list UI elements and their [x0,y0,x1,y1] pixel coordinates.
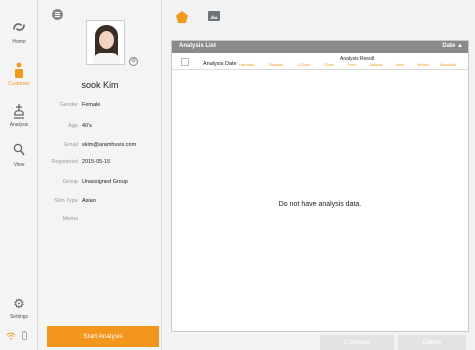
gear-icon: ⚙ [13,296,25,311]
delete-button[interactable]: Delete [398,335,466,350]
field-memo: Memo [38,214,162,224]
metric-header: Hydration [239,63,255,67]
metric-header: Pore [348,63,356,67]
nav-rail: Home Customer Analysis View ⚙ Settings [0,0,38,350]
column-analysis-date[interactable]: Analysis Date [203,61,237,67]
nav-home[interactable]: Home [0,20,38,45]
analysis-list-header: Analysis List Date ▲ [172,41,468,53]
nav-analysis[interactable]: Analysis [0,103,38,128]
analysis-list: Analysis List Date ▲ Analysis Date Analy… [171,40,469,332]
metric-header: Sensitivity [440,63,457,67]
wifi-icon [6,332,19,342]
field-skin-type: Skin Type Asian [38,196,162,206]
photo-settings-icon[interactable]: ⚙ [129,57,138,66]
field-value: 40's [82,123,92,129]
field-label: Registered [51,159,78,165]
nav-settings-label: Settings [9,314,29,320]
field-value: Female [82,102,101,108]
column-header: Analysis Date Analysis Result Hydration … [172,53,468,70]
field-value: Unassigned Group [82,179,128,185]
metric-header: Acne [396,63,405,67]
nav-home-label: Home [12,39,26,45]
field-gender: Gender Female [38,100,162,110]
field-age: Age 40's [38,121,162,131]
empty-state-message: Do not have analysis data. [278,201,362,208]
field-email: Email skim@aramhuvis.com [38,140,162,150]
select-all-checkbox[interactable] [181,58,189,66]
field-label: Gender [59,102,78,108]
start-analysis-button[interactable]: Start Analysis [47,326,159,347]
field-group: Group Unassigned Group [38,177,162,187]
image-gallery-icon[interactable] [208,11,220,21]
field-label: Skin Type [53,198,78,204]
nav-view[interactable]: View [0,143,38,168]
nav-customer[interactable]: Customer [0,62,38,87]
metric-header: Wrinkle [417,63,429,67]
swirl-icon [0,20,38,38]
field-label: Group [62,179,78,185]
field-value: skim@aramhuvis.com [82,142,137,148]
metric-header: T.Zone [323,63,334,67]
nav-customer-label: Customer [8,81,30,87]
nav-analysis-label: Analysis [9,122,29,128]
field-label: Memo [62,216,78,222]
analysis-icon [0,103,38,121]
field-label: Age [68,123,78,129]
field-label: Email [64,142,78,148]
metric-header: U.Zone [298,63,310,67]
nav-settings[interactable]: ⚙ Settings [0,295,38,320]
customer-name: sook Kim [81,80,119,90]
field-value: Asian [82,198,96,204]
person-icon [0,62,38,80]
menu-icon[interactable] [52,9,63,20]
metric-header: Elasticity [269,63,284,67]
column-analysis-result: Analysis Result [340,56,375,62]
sort-by-date-button[interactable]: Date ▲ [442,43,463,49]
nav-view-label: View [13,162,25,168]
analysis-list-title: Analysis List [179,43,217,49]
compare-button[interactable]: Compare [320,335,394,350]
field-registered: Registered 2015-05-15 [38,157,162,167]
status-icons [6,331,27,342]
customer-photo[interactable] [86,20,125,65]
battery-icon [21,331,27,342]
magnifier-icon [0,143,38,161]
field-value: 2015-05-15 [82,159,111,165]
metric-header: Melanin [370,63,383,67]
